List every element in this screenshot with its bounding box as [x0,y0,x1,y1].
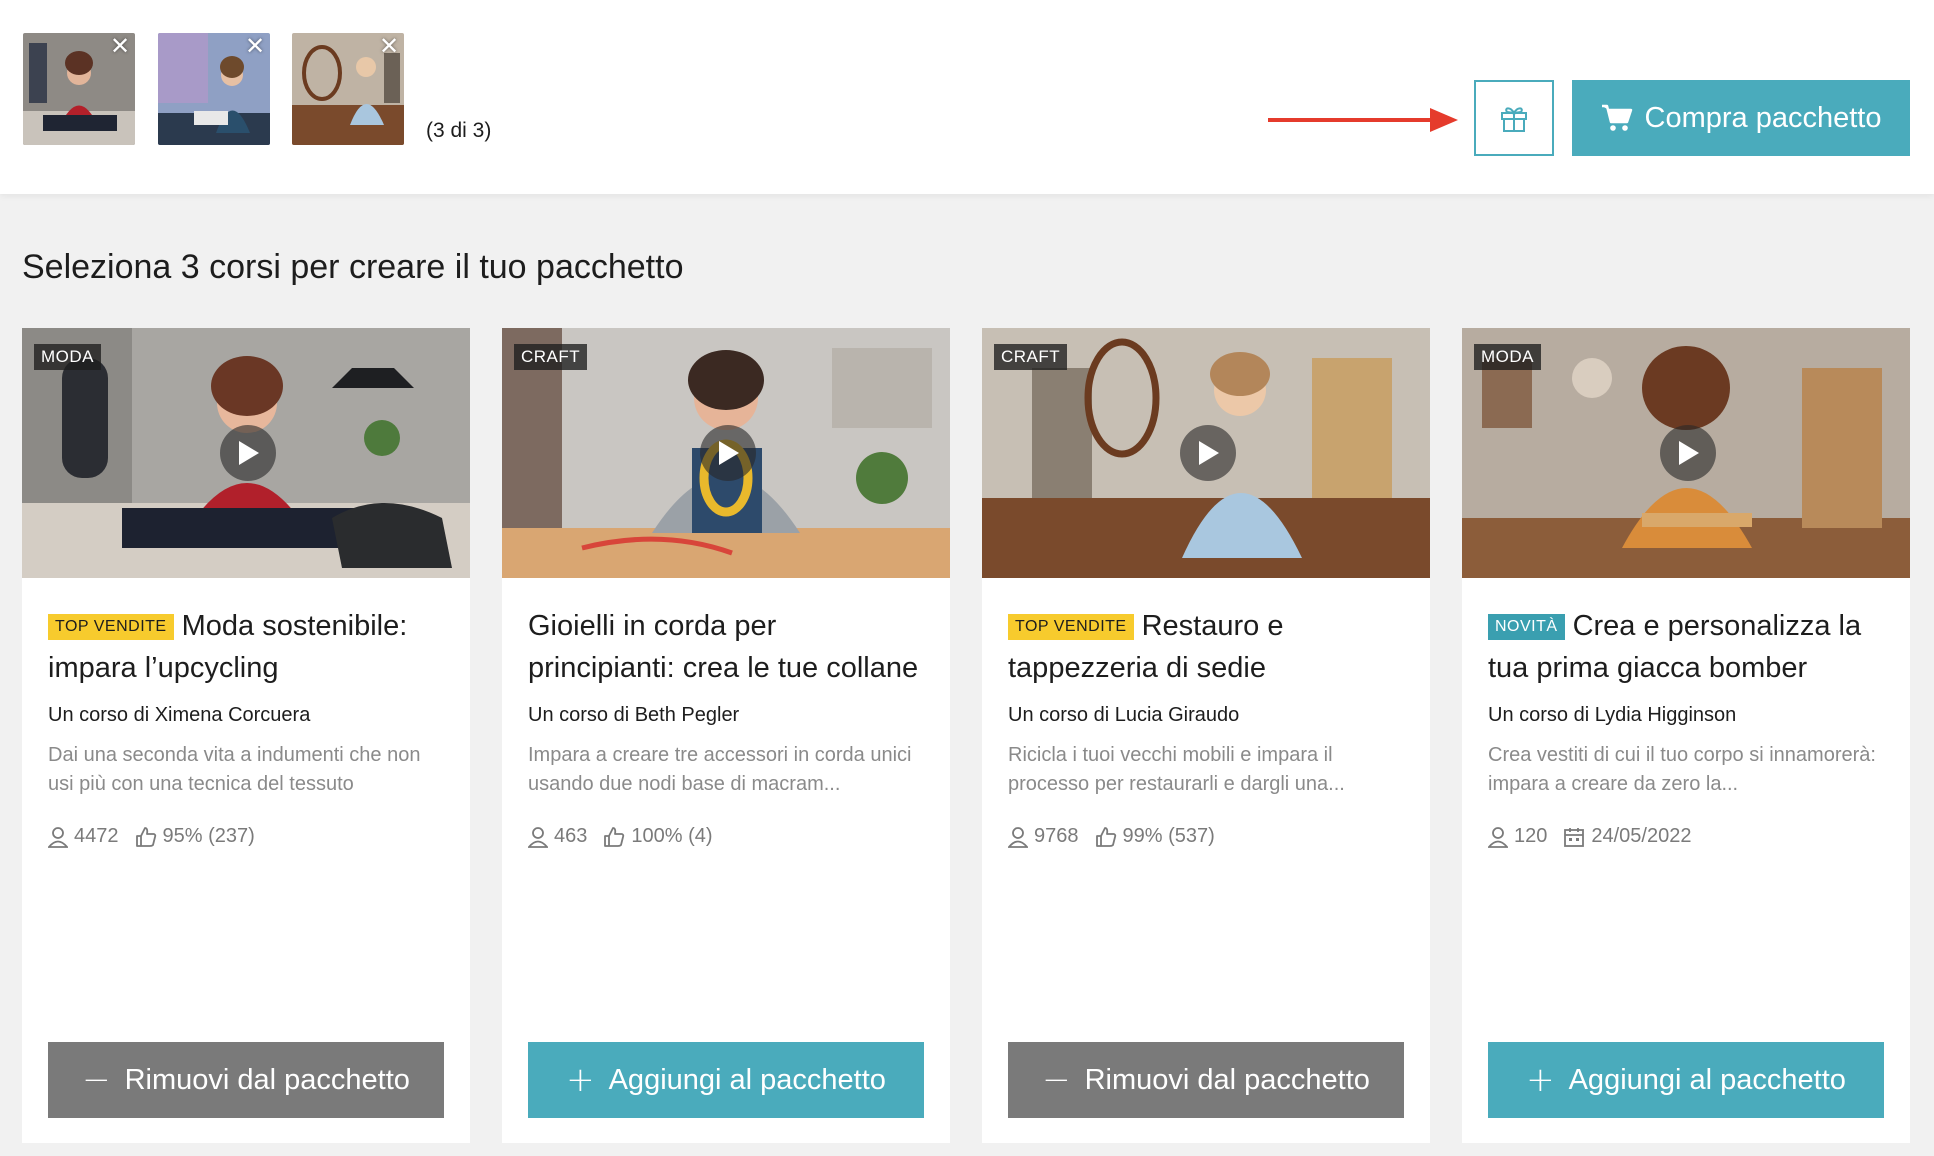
play-icon[interactable] [700,425,756,481]
selected-course-thumbnail[interactable]: ✕ [292,33,404,145]
remove-course-icon[interactable]: ✕ [244,34,266,58]
buy-bundle-button[interactable]: Compra pacchetto [1572,80,1910,156]
gift-icon [1501,107,1527,132]
bundle-header: ✕ ✕ ✕ (3 di 3) Compra pacchetto [0,0,1934,194]
course-title[interactable]: TOP VENDITE Moda sostenibile: impara l’up… [48,605,448,689]
play-icon[interactable] [1660,425,1716,481]
course-title[interactable]: NOVITÀ Crea e personalizza la tua prima g… [1488,605,1888,689]
course-description: Dai una seconda vita a indumenti che non… [48,744,421,795]
course-video-thumbnail[interactable]: CRAFT [982,328,1430,578]
course-video-thumbnail[interactable]: MODA [22,328,470,578]
user-icon [48,826,68,848]
course-stats: 120 24/05/2022 [1488,825,1888,848]
students-stat: 120 [1488,825,1547,848]
release-date: 24/05/2022 [1591,825,1692,847]
action-label: Rimuovi dal pacchetto [124,1063,410,1096]
students-stat: 463 [528,825,587,848]
new-badge: NOVITÀ [1488,614,1565,640]
remove-from-bundle-button[interactable]: − Rimuovi dal pacchetto [48,1042,444,1118]
students-count: 120 [1514,825,1548,847]
thumbs-up-icon [604,826,625,847]
user-icon [1008,826,1028,848]
course-description: Crea vestiti di cui il tuo corpo si inna… [1488,744,1876,795]
action-label: Rimuovi dal pacchetto [1084,1063,1370,1096]
course-video-thumbnail[interactable]: MODA [1462,328,1910,578]
rating-value: 99% (537) [1122,825,1215,847]
course-title-text: Gioielli in corda per principianti: crea… [528,610,919,684]
action-label: Aggiungi al pacchetto [1568,1063,1846,1096]
plus-icon: + [1526,1060,1555,1100]
user-icon [1488,826,1508,848]
gift-button[interactable] [1474,80,1554,156]
course-author: Un corso di Lucia Giraudo [1008,704,1240,726]
selected-course-thumbnail[interactable]: ✕ [158,33,270,145]
add-to-bundle-button[interactable]: + Aggiungi al pacchetto [1488,1042,1884,1118]
category-label: MODA [34,344,101,370]
user-icon [528,826,548,848]
selected-course-thumbnail[interactable]: ✕ [23,33,135,145]
category-label: CRAFT [514,344,588,370]
students-stat: 4472 [48,825,119,848]
play-icon[interactable] [220,425,276,481]
add-to-bundle-button[interactable]: + Aggiungi al pacchetto [528,1042,924,1118]
course-author: Un corso di Ximena Corcuera [48,704,311,726]
course-stats: 4472 95% (237) [48,825,448,848]
course-card: CRAFT Gioielli in corda per principianti… [502,328,950,1143]
remove-course-icon[interactable]: ✕ [109,34,131,58]
course-card: MODA NOVITÀ Crea e personalizza la tua pr… [1462,328,1910,1143]
course-description: Ricicla i tuoi vecchi mobili e impara il… [1008,744,1345,795]
course-card: MODA TOP VENDITE Moda sostenibile: impara… [22,328,470,1143]
thumbs-up-icon [135,826,156,847]
annotation-arrow [1268,108,1458,132]
minus-icon: − [82,1060,111,1100]
course-stats: 9768 99% (537) [1008,825,1408,848]
category-label: CRAFT [994,344,1068,370]
plus-icon: + [566,1060,595,1100]
remove-from-bundle-button[interactable]: − Rimuovi dal pacchetto [1008,1042,1404,1118]
minus-icon: − [1042,1060,1071,1100]
action-label: Aggiungi al pacchetto [608,1063,886,1096]
rating-value: 95% (237) [162,825,255,847]
category-label: MODA [1474,344,1541,370]
top-seller-badge: TOP VENDITE [1008,614,1134,640]
page-title: Seleziona 3 corsi per creare il tuo pacc… [22,248,684,286]
course-title[interactable]: Gioielli in corda per principianti: crea… [528,605,928,689]
course-author: Un corso di Beth Pegler [528,704,740,726]
rating-stat: 100% (4) [603,825,713,848]
students-stat: 9768 [1008,825,1079,848]
course-author: Un corso di Lydia Higginson [1488,704,1737,726]
calendar-icon [1564,827,1585,847]
students-count: 9768 [1034,825,1079,847]
course-description: Impara a creare tre accessori in corda u… [528,744,912,795]
cart-icon [1601,104,1632,131]
course-stats: 463 100% (4) [528,825,928,848]
students-count: 463 [554,825,588,847]
remove-course-icon[interactable]: ✕ [378,34,400,58]
play-icon[interactable] [1180,425,1236,481]
course-card: CRAFT TOP VENDITE Restauro e tappezzeria … [982,328,1430,1143]
release-date-stat: 24/05/2022 [1563,825,1691,848]
course-video-thumbnail[interactable]: CRAFT [502,328,950,578]
rating-stat: 99% (537) [1095,825,1215,848]
rating-stat: 95% (237) [135,825,255,848]
buy-bundle-label: Compra pacchetto [1644,101,1882,134]
students-count: 4472 [74,825,119,847]
top-seller-badge: TOP VENDITE [48,614,174,640]
thumbs-up-icon [1095,826,1116,847]
course-title[interactable]: TOP VENDITE Restauro e tappezzeria di sed… [1008,605,1408,689]
selection-count: (3 di 3) [426,119,492,142]
rating-value: 100% (4) [631,825,713,847]
